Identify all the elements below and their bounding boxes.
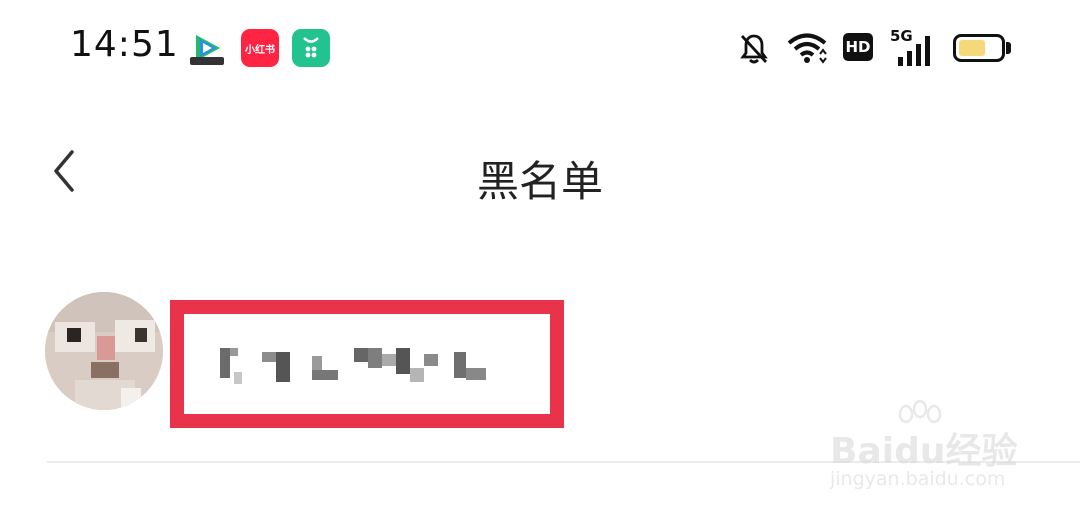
battery-level <box>959 40 985 56</box>
battery-icon <box>953 34 1005 62</box>
xiaohongshu-icon: 小红书 <box>241 29 279 67</box>
username-obscured <box>214 344 514 388</box>
signal-icon <box>898 36 930 66</box>
shopping-bag-icon <box>292 29 330 67</box>
username-highlight-box <box>170 300 564 428</box>
baidu-watermark: Baidu经验 jingyan.baidu.com <box>830 400 1070 500</box>
xiaohongshu-label: 小红书 <box>245 44 275 56</box>
mute-bell-icon <box>740 34 768 64</box>
cat-avatar-icon <box>45 292 163 410</box>
watermark-brand: Baidu经验 <box>830 431 1018 472</box>
pixelated-name <box>220 348 486 384</box>
status-bar: 14:51 小红书 HD 5G <box>0 0 1080 96</box>
watermark-url: jingyan.baidu.com <box>830 468 1006 490</box>
nav-header: 黑名单 <box>0 110 1080 230</box>
tencent-video-icon <box>188 29 226 67</box>
hd-badge: HD <box>843 33 873 61</box>
avatar[interactable] <box>45 292 163 410</box>
status-time: 14:51 <box>70 24 179 65</box>
battery-cap <box>1006 42 1011 54</box>
wifi-icon <box>787 33 827 64</box>
page-title: 黑名单 <box>476 157 603 206</box>
